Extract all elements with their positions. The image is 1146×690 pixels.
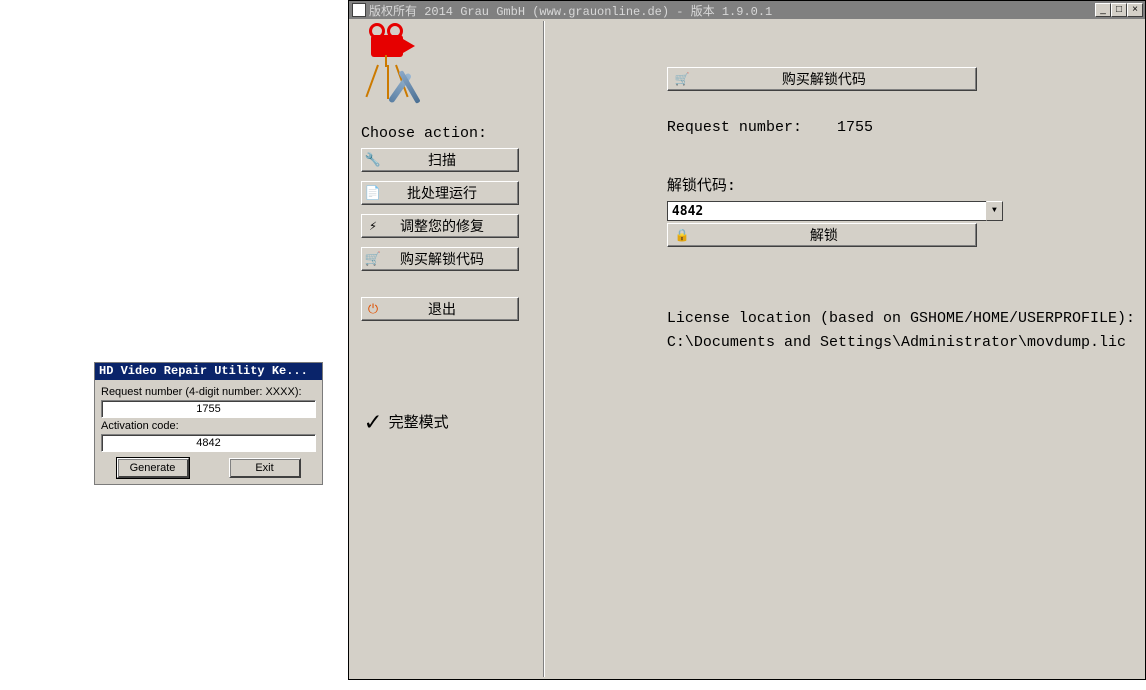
request-number-label: Request number (4-digit number: XXXX): <box>101 386 316 398</box>
full-mode-label: 完整模式 <box>389 411 449 432</box>
wrench-icon: 🔧 <box>362 153 384 168</box>
close-button[interactable]: × <box>1127 3 1143 17</box>
adjust-button-label: 调整您的修复 <box>384 216 518 236</box>
generate-button[interactable]: Generate <box>117 458 189 478</box>
scan-button[interactable]: 🔧 扫描 <box>361 148 519 172</box>
request-number-input[interactable] <box>101 400 316 418</box>
keygen-exit-button[interactable]: Exit <box>229 458 301 478</box>
unlock-code-label: 解锁代码: <box>667 174 1135 195</box>
cart-icon: 🛒 <box>362 252 384 267</box>
full-mode-indicator: ✓ 完整模式 <box>365 411 535 432</box>
license-path: C:\Documents and Settings\Administrator\… <box>667 331 1135 355</box>
right-pane: 🛒 购买解锁代码 Request number: 1755 解锁代码: ▼ 🔒 … <box>545 19 1145 679</box>
app-icon <box>352 3 366 17</box>
batch-button-label: 批处理运行 <box>384 183 518 203</box>
scan-button-label: 扫描 <box>384 150 518 170</box>
left-pane: Choose action: 🔧 扫描 📄 批处理运行 ⚡ 调整您的修复 🛒 购… <box>349 19 543 679</box>
request-number-row: Request number: 1755 <box>667 119 1135 136</box>
activation-code-label: Activation code: <box>101 420 316 432</box>
activation-code-input[interactable] <box>101 434 316 452</box>
cart-icon: 🛒 <box>668 72 696 86</box>
maximize-button[interactable]: □ <box>1111 3 1127 17</box>
exit-button[interactable]: ⏻ 退出 <box>361 297 519 321</box>
lock-icon: 🔒 <box>668 228 696 242</box>
adjust-button[interactable]: ⚡ 调整您的修复 <box>361 214 519 238</box>
dropdown-arrow-icon[interactable]: ▼ <box>986 201 1003 221</box>
request-number-value: 1755 <box>837 119 873 136</box>
keygen-body: Request number (4-digit number: XXXX): A… <box>95 380 322 484</box>
document-icon: 📄 <box>362 186 384 201</box>
license-location-label: License location (based on GSHOME/HOME/U… <box>667 307 1135 331</box>
app-logo <box>363 35 433 115</box>
unlock-button[interactable]: 🔒 解锁 <box>667 223 977 247</box>
license-location-block: License location (based on GSHOME/HOME/U… <box>667 307 1135 355</box>
unlock-code-input[interactable] <box>667 201 986 221</box>
window-title: 版权所有 2014 Grau GmbH (www.grauonline.de) … <box>369 2 1095 19</box>
keygen-window: HD Video Repair Utility Ke... Request nu… <box>94 362 323 485</box>
unlock-button-label: 解锁 <box>696 225 976 245</box>
buy-unlock-sidebar-label: 购买解锁代码 <box>384 249 518 269</box>
keygen-titlebar[interactable]: HD Video Repair Utility Ke... <box>95 363 322 380</box>
unlock-code-combo: ▼ <box>667 201 1003 221</box>
request-number-text-label: Request number: <box>667 119 802 136</box>
minimize-button[interactable]: _ <box>1095 3 1111 17</box>
batch-button[interactable]: 📄 批处理运行 <box>361 181 519 205</box>
buy-unlock-button[interactable]: 🛒 购买解锁代码 <box>667 67 977 91</box>
buy-unlock-button-label: 购买解锁代码 <box>696 69 976 89</box>
choose-action-label: Choose action: <box>361 125 535 142</box>
main-titlebar[interactable]: 版权所有 2014 Grau GmbH (www.grauonline.de) … <box>349 1 1145 19</box>
bolt-icon: ⚡ <box>362 219 384 234</box>
power-icon: ⏻ <box>362 302 384 317</box>
exit-button-label: 退出 <box>384 299 518 319</box>
checkmark-icon: ✓ <box>365 412 381 432</box>
main-window: 版权所有 2014 Grau GmbH (www.grauonline.de) … <box>348 0 1146 680</box>
buy-unlock-sidebar-button[interactable]: 🛒 购买解锁代码 <box>361 247 519 271</box>
